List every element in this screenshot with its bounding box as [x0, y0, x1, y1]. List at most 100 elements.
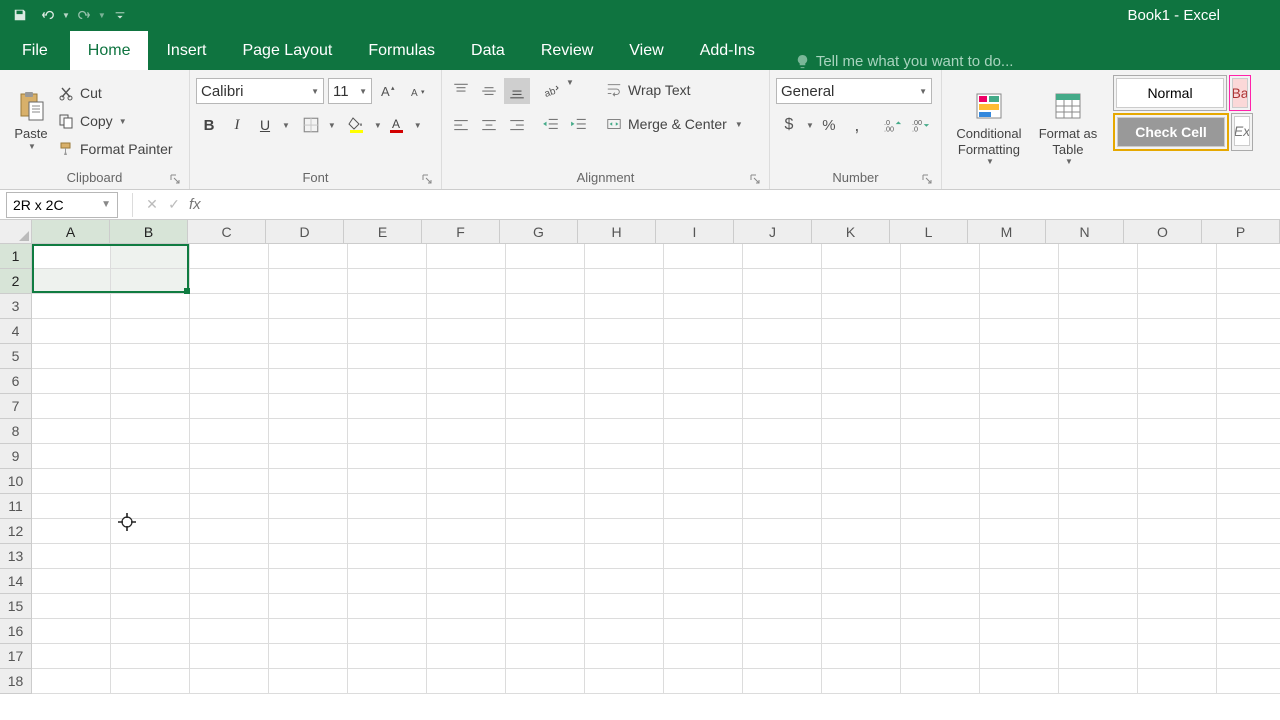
row-head-8[interactable]: 8	[0, 419, 32, 444]
col-head-E[interactable]: E	[344, 220, 422, 244]
tab-formulas[interactable]: Formulas	[350, 32, 453, 70]
cell-C2[interactable]	[190, 269, 269, 294]
row-head-13[interactable]: 13	[0, 544, 32, 569]
cell-C1[interactable]	[190, 244, 269, 269]
cell-D15[interactable]	[269, 594, 348, 619]
cell-P10[interactable]	[1217, 469, 1280, 494]
cell-J16[interactable]	[743, 619, 822, 644]
cell-F2[interactable]	[427, 269, 506, 294]
cell-A18[interactable]	[32, 669, 111, 694]
cell-D8[interactable]	[269, 419, 348, 444]
tab-file[interactable]: File	[0, 32, 70, 70]
cell-M12[interactable]	[980, 519, 1059, 544]
cell-H11[interactable]	[585, 494, 664, 519]
cell-F5[interactable]	[427, 344, 506, 369]
cell-B11[interactable]	[111, 494, 190, 519]
cell-A2[interactable]	[32, 269, 111, 294]
tab-data[interactable]: Data	[453, 32, 523, 70]
cell-F10[interactable]	[427, 469, 506, 494]
cell-H3[interactable]	[585, 294, 664, 319]
cell-N8[interactable]	[1059, 419, 1138, 444]
cell-D13[interactable]	[269, 544, 348, 569]
cell-F4[interactable]	[427, 319, 506, 344]
cell-N18[interactable]	[1059, 669, 1138, 694]
cell-P5[interactable]	[1217, 344, 1280, 369]
col-head-M[interactable]: M	[968, 220, 1046, 244]
cell-M15[interactable]	[980, 594, 1059, 619]
cell-N11[interactable]	[1059, 494, 1138, 519]
cell-F13[interactable]	[427, 544, 506, 569]
copy-button[interactable]: Copy ▼	[56, 107, 175, 135]
cell-B2[interactable]	[111, 269, 190, 294]
cell-G15[interactable]	[506, 594, 585, 619]
style-bad[interactable]: Ba	[1229, 75, 1251, 111]
italic-button[interactable]: I	[224, 112, 250, 138]
cell-A10[interactable]	[32, 469, 111, 494]
cell-I18[interactable]	[664, 669, 743, 694]
cell-N14[interactable]	[1059, 569, 1138, 594]
cell-P3[interactable]	[1217, 294, 1280, 319]
cell-N6[interactable]	[1059, 369, 1138, 394]
cell-H8[interactable]	[585, 419, 664, 444]
cell-K7[interactable]	[822, 394, 901, 419]
cell-O3[interactable]	[1138, 294, 1217, 319]
cell-F16[interactable]	[427, 619, 506, 644]
tab-view[interactable]: View	[611, 32, 681, 70]
cell-N9[interactable]	[1059, 444, 1138, 469]
row-head-12[interactable]: 12	[0, 519, 32, 544]
cell-K4[interactable]	[822, 319, 901, 344]
cell-K6[interactable]	[822, 369, 901, 394]
cell-A13[interactable]	[32, 544, 111, 569]
tab-home[interactable]: Home	[70, 31, 149, 70]
cell-K8[interactable]	[822, 419, 901, 444]
undo-icon[interactable]	[36, 3, 60, 27]
row-head-16[interactable]: 16	[0, 619, 32, 644]
cell-A14[interactable]	[32, 569, 111, 594]
column-headers[interactable]: ABCDEFGHIJKLMNOP	[32, 220, 1280, 244]
cell-O13[interactable]	[1138, 544, 1217, 569]
cell-B8[interactable]	[111, 419, 190, 444]
cell-P7[interactable]	[1217, 394, 1280, 419]
cell-M14[interactable]	[980, 569, 1059, 594]
cell-K10[interactable]	[822, 469, 901, 494]
row-head-4[interactable]: 4	[0, 319, 32, 344]
cell-O16[interactable]	[1138, 619, 1217, 644]
cell-I15[interactable]	[664, 594, 743, 619]
cell-M8[interactable]	[980, 419, 1059, 444]
cell-O15[interactable]	[1138, 594, 1217, 619]
cell-A3[interactable]	[32, 294, 111, 319]
cell-D2[interactable]	[269, 269, 348, 294]
cell-F1[interactable]	[427, 244, 506, 269]
cell-N7[interactable]	[1059, 394, 1138, 419]
cell-P4[interactable]	[1217, 319, 1280, 344]
cell-H17[interactable]	[585, 644, 664, 669]
cell-O12[interactable]	[1138, 519, 1217, 544]
row-head-2[interactable]: 2	[0, 269, 32, 294]
cell-K5[interactable]	[822, 344, 901, 369]
cell-B9[interactable]	[111, 444, 190, 469]
col-head-P[interactable]: P	[1202, 220, 1280, 244]
tab-addins[interactable]: Add-Ins	[682, 32, 773, 70]
cell-L16[interactable]	[901, 619, 980, 644]
cell-N3[interactable]	[1059, 294, 1138, 319]
font-name-combo[interactable]: Calibri▼	[196, 78, 324, 104]
cell-N2[interactable]	[1059, 269, 1138, 294]
cell-I5[interactable]	[664, 344, 743, 369]
col-head-B[interactable]: B	[110, 220, 188, 244]
cell-G10[interactable]	[506, 469, 585, 494]
cell-N10[interactable]	[1059, 469, 1138, 494]
cell-F15[interactable]	[427, 594, 506, 619]
orientation-dropdown[interactable]: ▼	[566, 78, 574, 104]
merge-center-button[interactable]: Merge & Center ▼	[600, 110, 749, 138]
row-head-5[interactable]: 5	[0, 344, 32, 369]
font-size-combo[interactable]: 11▼	[328, 78, 372, 104]
increase-indent-button[interactable]	[566, 112, 592, 138]
cell-H5[interactable]	[585, 344, 664, 369]
row-head-15[interactable]: 15	[0, 594, 32, 619]
increase-font-button[interactable]: A▴	[376, 78, 402, 104]
cell-L7[interactable]	[901, 394, 980, 419]
cell-I7[interactable]	[664, 394, 743, 419]
cell-N12[interactable]	[1059, 519, 1138, 544]
cell-J14[interactable]	[743, 569, 822, 594]
cell-K1[interactable]	[822, 244, 901, 269]
